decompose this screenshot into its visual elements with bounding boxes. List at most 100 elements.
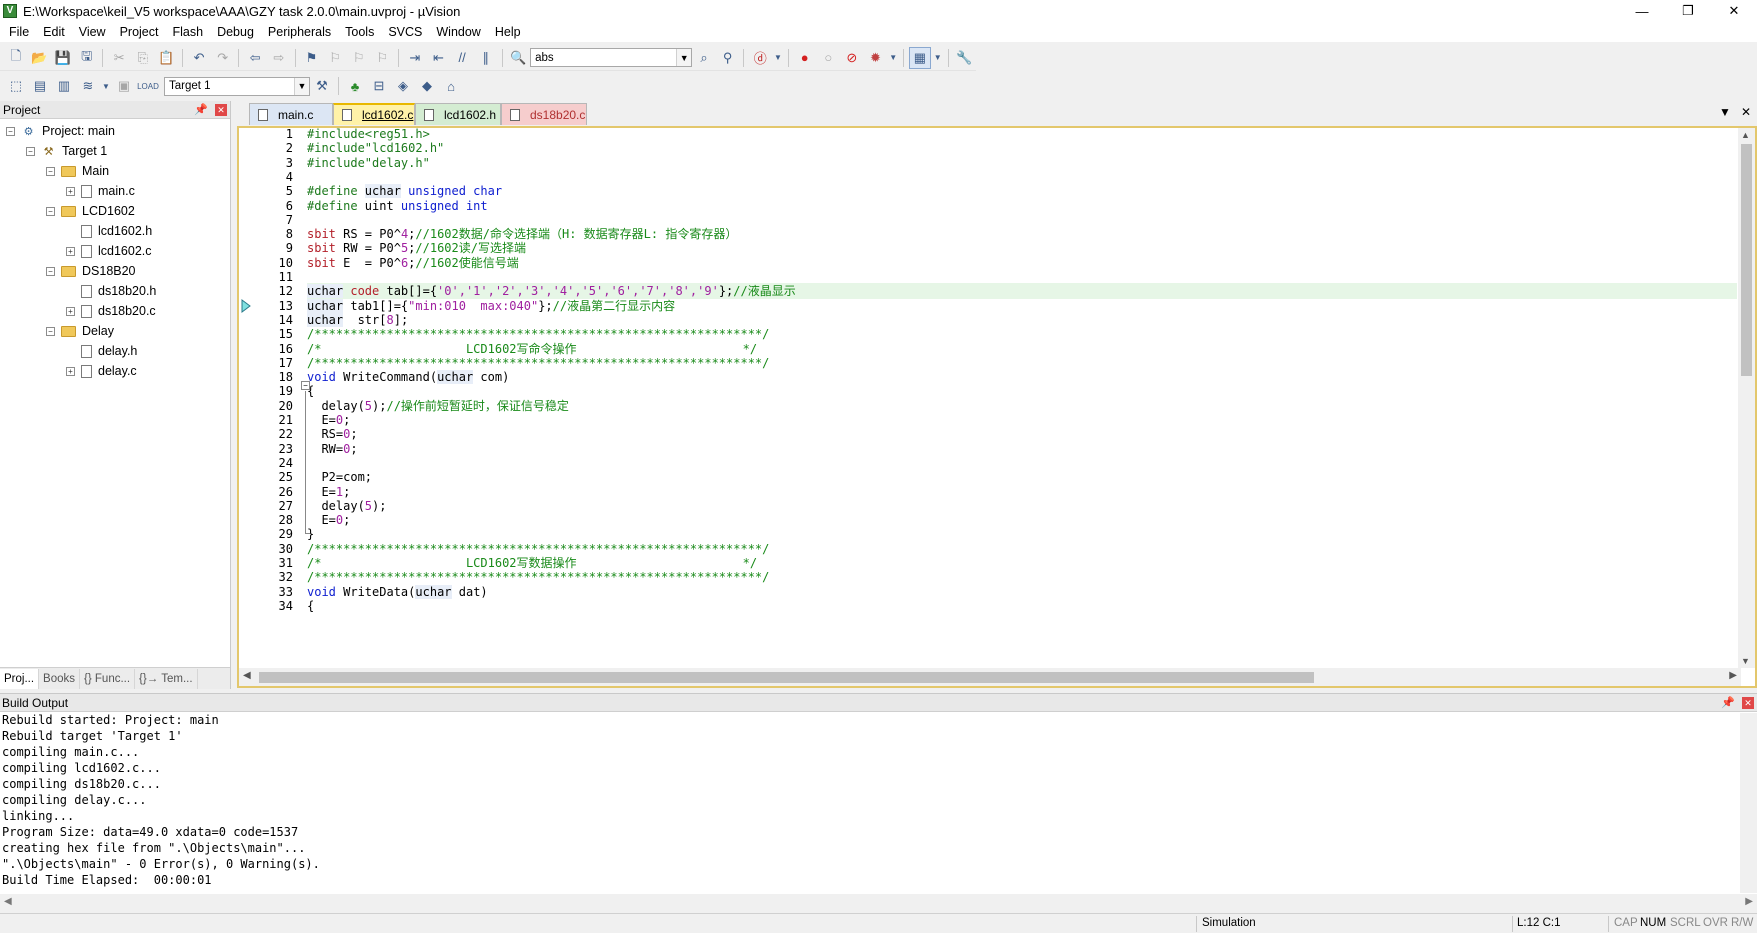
tree-node-project[interactable]: − ⚙ Project: main xyxy=(0,121,230,141)
scroll-thumb[interactable] xyxy=(259,672,1314,683)
scroll-left-icon[interactable]: ◀ xyxy=(243,670,251,681)
menu-help[interactable]: Help xyxy=(488,22,528,42)
cut-icon[interactable]: ✂ xyxy=(108,47,130,69)
dropdown-icon[interactable]: ▼ xyxy=(773,47,783,69)
tree-node-folder[interactable]: − DS18B20 xyxy=(0,261,230,281)
build-icon[interactable]: ▤ xyxy=(29,75,51,97)
dropdown-icon[interactable]: ▼ xyxy=(101,75,111,97)
new-file-icon[interactable]: 🗋 xyxy=(5,47,27,69)
prev-bookmark-icon[interactable]: ⚐ xyxy=(324,47,346,69)
restore-button[interactable]: ❐ xyxy=(1665,0,1711,22)
menu-debug[interactable]: Debug xyxy=(210,22,261,42)
tree-node-folder[interactable]: − Main xyxy=(0,161,230,181)
tab-books[interactable]: Books xyxy=(39,668,81,689)
collapse-icon[interactable]: − xyxy=(26,146,35,156)
configure-wrench-icon[interactable]: 🔧 xyxy=(954,47,976,69)
build-horizontal-scrollbar[interactable]: ◀ ▶ xyxy=(0,894,1757,911)
target-combo[interactable]: Target 1 ▼ xyxy=(164,76,310,96)
collapse-icon[interactable]: − xyxy=(46,326,55,336)
disable-breakpoints-icon[interactable]: ⊘ xyxy=(841,47,863,69)
collapse-icon[interactable]: − xyxy=(46,266,55,276)
kill-breakpoints-icon[interactable]: ✹ xyxy=(865,47,887,69)
select-packs-icon[interactable]: ⊟ xyxy=(368,75,390,97)
bookmark-icon[interactable]: ⚑ xyxy=(301,47,323,69)
close-window-button[interactable]: ✕ xyxy=(1711,0,1757,22)
tree-node-file[interactable]: ds18b20.h xyxy=(0,281,230,301)
tab-lcd1602-c[interactable]: lcd1602.c xyxy=(333,103,415,125)
unindent-icon[interactable]: ⇤ xyxy=(428,47,450,69)
chevron-down-icon[interactable]: ▼ xyxy=(676,49,692,66)
find-combo[interactable]: abs ▼ xyxy=(530,48,693,67)
save-icon[interactable]: 💾 xyxy=(52,47,74,69)
editor-vertical-scrollbar[interactable]: ▲ ▼ xyxy=(1738,128,1755,668)
tab-templates[interactable]: {}→ Tem... xyxy=(135,668,198,689)
code-line[interactable]: P2=com; xyxy=(307,469,1737,485)
scroll-right-icon[interactable]: ▶ xyxy=(1745,896,1753,907)
tree-node-file[interactable]: + main.c xyxy=(0,181,230,201)
dropdown-icon[interactable]: ▼ xyxy=(933,47,943,69)
minimize-button[interactable]: — xyxy=(1619,0,1665,22)
menu-file[interactable]: File xyxy=(2,22,36,42)
clear-bookmarks-icon[interactable]: ⚐ xyxy=(371,47,393,69)
collapse-icon[interactable]: − xyxy=(46,206,55,216)
window-layout-icon[interactable]: ▦ xyxy=(909,46,931,69)
stop-build-icon[interactable]: ▣ xyxy=(113,75,135,97)
tree-node-file[interactable]: + ds18b20.c xyxy=(0,301,230,321)
nav-forward-icon[interactable]: ⇨ xyxy=(268,47,290,69)
batch-build-icon[interactable]: ≋ xyxy=(77,75,99,97)
code-line[interactable]: { xyxy=(307,598,1737,614)
tree-node-target[interactable]: − ⚒ Target 1 xyxy=(0,141,230,161)
code-line[interactable]: /***************************************… xyxy=(307,326,1737,342)
menu-flash[interactable]: Flash xyxy=(165,22,210,42)
comment-icon[interactable]: // xyxy=(451,47,473,69)
expand-icon[interactable]: + xyxy=(66,306,75,316)
manage-rte-icon[interactable]: ◈ xyxy=(392,75,414,97)
find-icon[interactable]: ⌕ xyxy=(693,47,715,69)
paste-icon[interactable]: 📋 xyxy=(156,47,178,69)
expand-icon[interactable]: + xyxy=(66,186,75,196)
tree-node-folder[interactable]: − LCD1602 xyxy=(0,201,230,221)
tab-lcd1602-h[interactable]: lcd1602.h xyxy=(415,103,501,125)
tab-main-c[interactable]: main.c xyxy=(249,103,333,125)
open-icon[interactable]: 📂 xyxy=(29,47,51,69)
tree-node-file[interactable]: lcd1602.h xyxy=(0,221,230,241)
menu-project[interactable]: Project xyxy=(113,22,166,42)
tree-node-file[interactable]: delay.h xyxy=(0,341,230,361)
menu-tools[interactable]: Tools xyxy=(338,22,381,42)
menu-window[interactable]: Window xyxy=(429,22,487,42)
expand-icon[interactable]: + xyxy=(66,246,75,256)
close-icon[interactable]: ✕ xyxy=(1741,105,1751,119)
code-line[interactable]: #define uchar unsigned char xyxy=(307,183,1737,199)
close-icon[interactable]: ✕ xyxy=(1742,697,1754,709)
tab-project[interactable]: Proj... xyxy=(0,668,40,689)
menu-peripherals[interactable]: Peripherals xyxy=(261,22,338,42)
copy-icon[interactable]: ⎘ xyxy=(132,47,154,69)
translate-icon[interactable]: ⬚ xyxy=(5,75,27,97)
scroll-right-icon[interactable]: ▶ xyxy=(1729,670,1737,681)
code-line[interactable]: sbit RW = P0^5;//1602读/写选择端 xyxy=(307,240,1737,256)
code-line[interactable]: { xyxy=(307,383,1737,399)
code-line[interactable]: #include"lcd1602.h" xyxy=(307,140,1737,156)
chevron-down-icon[interactable]: ▼ xyxy=(294,77,309,95)
scroll-left-icon[interactable]: ◀ xyxy=(4,896,12,907)
collapse-icon[interactable]: − xyxy=(46,166,55,176)
code-line[interactable]: uchar code tab[]={'0','1','2','3','4','5… xyxy=(307,283,1737,299)
tab-list-icon[interactable]: ▼ xyxy=(1719,105,1731,119)
redo-icon[interactable]: ↷ xyxy=(212,47,234,69)
uncomment-icon[interactable]: ∥ xyxy=(475,47,497,69)
scroll-thumb[interactable] xyxy=(1741,144,1752,376)
code-line[interactable]: } xyxy=(307,526,1737,542)
dropdown-icon[interactable]: ▼ xyxy=(888,47,898,69)
target-options-icon[interactable]: ⚒ xyxy=(311,75,333,97)
tree-node-file[interactable]: + lcd1602.c xyxy=(0,241,230,261)
tree-node-file[interactable]: + delay.c xyxy=(0,361,230,381)
pin-icon[interactable]: 📌 xyxy=(1721,696,1735,709)
menu-edit[interactable]: Edit xyxy=(36,22,72,42)
scroll-down-icon[interactable]: ▼ xyxy=(1741,656,1750,666)
find-in-files-icon[interactable]: 🔍 xyxy=(507,47,529,69)
debug-session-icon[interactable]: ⓓ xyxy=(749,47,771,69)
undo-icon[interactable]: ↶ xyxy=(188,47,210,69)
download-load-icon[interactable]: LOAD xyxy=(137,75,159,97)
menu-view[interactable]: View xyxy=(72,22,113,42)
incremental-find-icon[interactable]: ⚲ xyxy=(717,47,739,69)
